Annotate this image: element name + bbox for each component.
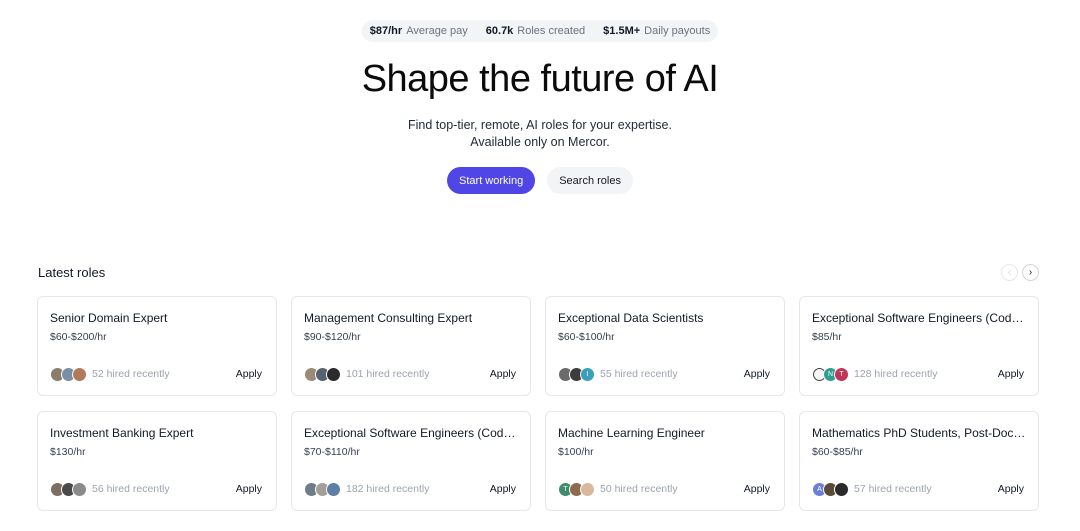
avatar	[326, 481, 341, 497]
role-pay: $130/hr	[50, 446, 86, 458]
role-card-footer: I 55 hired recently Apply	[558, 366, 770, 382]
latest-roles-heading: Latest roles	[38, 265, 106, 280]
role-card[interactable]: Exceptional Software Engineers (Coding) $…	[799, 296, 1039, 396]
hired-count: 128 hired recently	[854, 368, 938, 380]
apply-button[interactable]: Apply	[744, 368, 770, 380]
role-card[interactable]: Machine Learning Engineer $100/hr T 50 hire…	[545, 411, 785, 511]
avatar	[834, 481, 849, 497]
role-title: Investment Banking Expert	[50, 426, 194, 440]
role-pay: $90-$120/hr	[304, 331, 361, 343]
role-card-footer: N T 128 hired recently Apply	[812, 366, 1024, 382]
role-pay: $60-$200/hr	[50, 331, 107, 343]
avatar	[580, 481, 595, 497]
apply-button[interactable]: Apply	[490, 483, 516, 495]
role-title: Senior Domain Expert	[50, 311, 168, 325]
role-card[interactable]: Senior Domain Expert $60-$200/hr 52 hired …	[37, 296, 277, 396]
avatar: T	[834, 366, 849, 382]
hired-count: 182 hired recently	[346, 483, 430, 495]
role-card-footer: A 57 hired recently Apply	[812, 481, 1024, 497]
role-pay: $70-$110/hr	[304, 446, 360, 458]
role-title: Mathematics PhD Students, Post-Docs and …	[812, 426, 1026, 440]
hired-count: 52 hired recently	[92, 368, 170, 380]
stat-roles-created: 60.7k Roles created	[486, 25, 585, 37]
hired-count: 101 hired recently	[346, 368, 430, 380]
role-pay: $60-$100/hr	[558, 331, 615, 343]
avatar-stack	[50, 366, 87, 382]
carousel-nav: ‹ ›	[1001, 264, 1039, 281]
start-working-button[interactable]: Start working	[447, 167, 536, 194]
apply-button[interactable]: Apply	[998, 368, 1024, 380]
apply-button[interactable]: Apply	[744, 483, 770, 495]
stat-value: $87/hr	[369, 25, 403, 37]
apply-button[interactable]: Apply	[236, 483, 262, 495]
role-pay: $60-$85/hr	[812, 446, 863, 458]
stat-label: Roles created	[517, 25, 586, 37]
role-card-footer: 182 hired recently Apply	[304, 481, 516, 497]
role-card[interactable]: Mathematics PhD Students, Post-Docs and …	[799, 411, 1039, 511]
stats-bar: $87/hr Average pay 60.7k Roles created $1.…	[361, 20, 719, 42]
stat-average-pay: $87/hr Average pay	[370, 25, 468, 37]
stat-label: Daily payouts	[644, 25, 711, 37]
stat-value: 60.7k	[485, 25, 514, 37]
avatar-stack	[50, 481, 87, 497]
apply-button[interactable]: Apply	[236, 368, 262, 380]
role-pay: $85/hr	[812, 331, 842, 343]
stat-value: $1.5M+	[603, 25, 641, 37]
role-card-footer: 56 hired recently Apply	[50, 481, 262, 497]
role-card-footer: 52 hired recently Apply	[50, 366, 262, 382]
avatar	[72, 366, 87, 382]
hired-count: 50 hired recently	[600, 483, 678, 495]
avatar-stack	[304, 366, 341, 382]
avatar-stack: T	[558, 481, 595, 497]
role-title: Exceptional Software Engineers (Coding)	[812, 311, 1026, 325]
role-title: Management Consulting Expert	[304, 311, 473, 325]
avatar: I	[580, 366, 595, 382]
role-card[interactable]: Management Consulting Expert $90-$120/hr 1…	[291, 296, 531, 396]
hero-subtitle: Find top-tier, remote, AI roles for your…	[0, 117, 1080, 151]
avatar-stack: I	[558, 366, 595, 382]
apply-button[interactable]: Apply	[998, 483, 1024, 495]
role-title: Exceptional Software Engineers (Coding)	[304, 426, 518, 440]
chevron-left-icon[interactable]: ‹	[1001, 264, 1018, 281]
stat-daily-payouts: $1.5M+ Daily payouts	[603, 25, 710, 37]
avatar-stack: NT	[812, 366, 849, 382]
role-pay: $100/hr	[558, 446, 594, 458]
role-card-footer: T 50 hired recently Apply	[558, 481, 770, 497]
hired-count: 55 hired recently	[600, 368, 678, 380]
apply-button[interactable]: Apply	[490, 368, 516, 380]
role-card[interactable]: Investment Banking Expert $130/hr 56 hired…	[37, 411, 277, 511]
hero-actions: Start working Search roles	[0, 167, 1080, 194]
hero-title: Shape the future of AI	[361, 58, 719, 100]
avatar-stack: A	[812, 481, 849, 497]
avatar	[326, 366, 341, 382]
hired-count: 57 hired recently	[854, 483, 932, 495]
role-title: Exceptional Data Scientists	[558, 311, 704, 325]
hired-count: 56 hired recently	[92, 483, 170, 495]
avatar	[72, 481, 87, 497]
role-card-footer: 101 hired recently Apply	[304, 366, 516, 382]
role-card[interactable]: Exceptional Data Scientists $60-$100/hr I 5…	[545, 296, 785, 396]
hero-subtitle-line: Available only on Mercor.	[470, 135, 610, 149]
avatar-stack	[304, 481, 341, 497]
chevron-right-icon[interactable]: ›	[1022, 264, 1039, 281]
hero-subtitle-line: Find top-tier, remote, AI roles for your…	[407, 118, 672, 132]
role-card[interactable]: Exceptional Software Engineers (Coding) $…	[291, 411, 531, 511]
role-title: Machine Learning Engineer	[558, 426, 705, 440]
roles-grid: Senior Domain Expert $60-$200/hr 52 hired …	[37, 296, 1039, 511]
stat-label: Average pay	[406, 25, 468, 37]
search-roles-button[interactable]: Search roles	[547, 167, 633, 194]
